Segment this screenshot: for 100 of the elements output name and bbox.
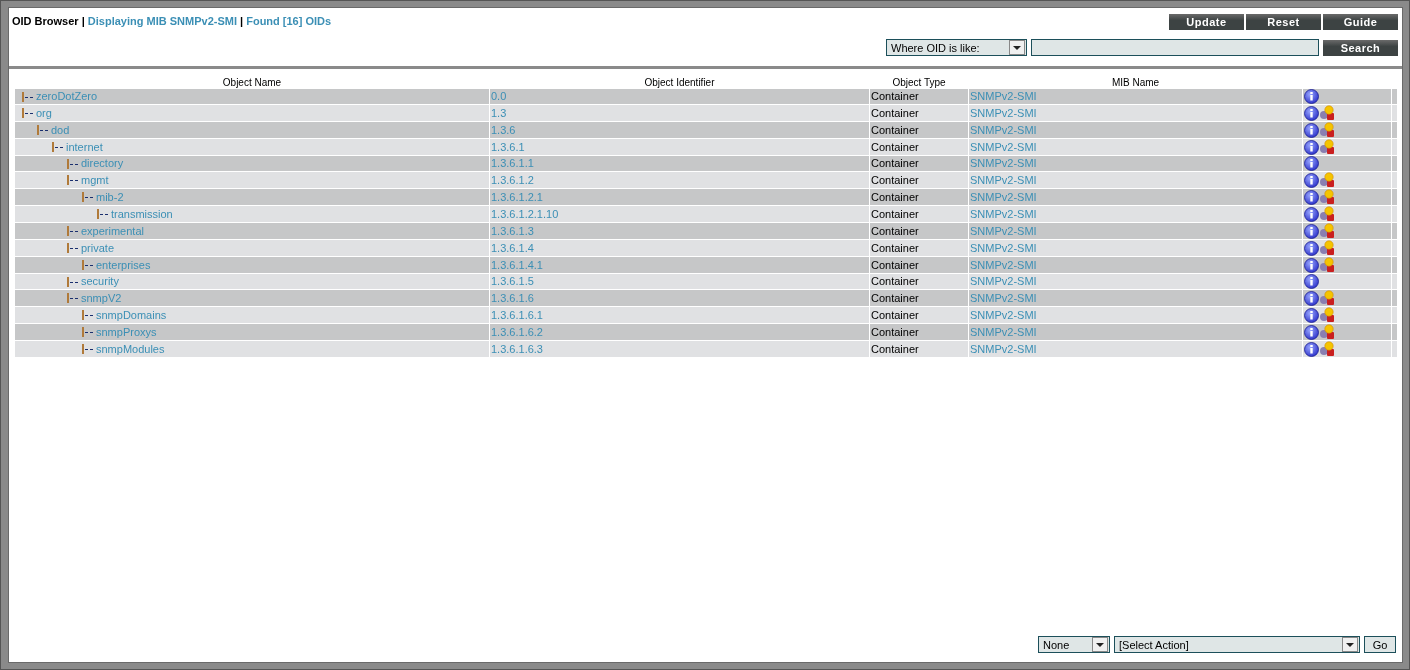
- info-icon[interactable]: [1304, 139, 1319, 155]
- mib-name-link[interactable]: SNMPv2-SMI: [970, 173, 1037, 186]
- objects-icon[interactable]: [1319, 189, 1335, 205]
- object-name-link[interactable]: dod: [51, 122, 70, 138]
- mib-name-link[interactable]: SNMPv2-SMI: [970, 325, 1037, 338]
- oid-link[interactable]: 1.3.6.1.3: [491, 224, 534, 237]
- info-icon[interactable]: [1304, 105, 1319, 121]
- mib-name-link[interactable]: SNMPv2-SMI: [970, 342, 1037, 355]
- object-name-link[interactable]: directory: [81, 156, 124, 171]
- object-name-link[interactable]: security: [81, 274, 119, 289]
- objects-icon[interactable]: [1319, 172, 1335, 188]
- oid-link[interactable]: 1.3.6.1.1: [491, 157, 534, 169]
- oid-link[interactable]: 1.3.6.1.6.1: [491, 308, 543, 321]
- toolbar-button[interactable]: Update: [1169, 14, 1244, 30]
- info-icon[interactable]: [1304, 89, 1319, 104]
- object-type: Container: [871, 207, 919, 220]
- oid-link[interactable]: 1.3.6.1.6.2: [491, 325, 543, 338]
- object-name-link[interactable]: zeroDotZero: [36, 89, 98, 104]
- column-header: Object Identifier: [644, 76, 715, 88]
- search-field[interactable]: [1031, 39, 1319, 56]
- search-button[interactable]: Search: [1323, 39, 1398, 56]
- mib-name-link[interactable]: SNMPv2-SMI: [970, 224, 1037, 237]
- object-name-link[interactable]: private: [81, 240, 115, 256]
- object-name-link[interactable]: transmission: [111, 206, 173, 222]
- oid-link[interactable]: 1.3.6: [491, 123, 516, 136]
- tree-branch-icon: [81, 260, 94, 270]
- dropdown-caret-icon[interactable]: [1009, 40, 1025, 55]
- objects-icon[interactable]: [1319, 206, 1335, 222]
- info-icon[interactable]: [1304, 274, 1319, 289]
- mib-name-link[interactable]: SNMPv2-SMI: [970, 123, 1037, 136]
- objects-icon[interactable]: [1319, 139, 1335, 155]
- info-icon[interactable]: [1304, 223, 1319, 239]
- oid-link[interactable]: 1.3.6.1.6.3: [491, 342, 543, 355]
- object-name-link[interactable]: snmpV2: [81, 290, 122, 306]
- mib-name-link[interactable]: SNMPv2-SMI: [970, 190, 1037, 203]
- dropdown-caret-icon[interactable]: [1342, 637, 1358, 652]
- oid-link[interactable]: 1.3.6.1.2.1.10: [491, 207, 559, 220]
- action-dropdown[interactable]: [Select Action]: [1114, 636, 1360, 653]
- object-name-link[interactable]: enterprises: [96, 257, 151, 273]
- oid-link[interactable]: 1.3.6.1: [491, 140, 525, 153]
- mib-name-link[interactable]: SNMPv2-SMI: [970, 207, 1037, 220]
- object-type: Container: [871, 258, 919, 271]
- info-icon[interactable]: [1304, 240, 1319, 256]
- objects-icon[interactable]: [1319, 341, 1335, 357]
- info-icon[interactable]: [1304, 122, 1319, 138]
- selection-dropdown[interactable]: None: [1038, 636, 1110, 653]
- oid-link[interactable]: 0.0: [491, 90, 507, 102]
- object-name-link[interactable]: snmpDomains: [96, 307, 167, 323]
- object-name-link[interactable]: mgmt: [81, 172, 109, 188]
- object-type: Container: [871, 140, 919, 153]
- objects-icon[interactable]: [1319, 105, 1335, 121]
- objects-icon[interactable]: [1319, 324, 1335, 340]
- toolbar-button[interactable]: Guide: [1323, 14, 1398, 30]
- info-icon[interactable]: [1304, 324, 1319, 340]
- dropdown-caret-icon[interactable]: [1092, 637, 1108, 652]
- info-icon[interactable]: [1304, 341, 1319, 357]
- tree-branch-icon: [51, 142, 64, 152]
- oid-link[interactable]: 1.3.6.1.6: [491, 291, 534, 304]
- mib-name-link[interactable]: SNMPv2-SMI: [970, 140, 1037, 153]
- object-name-link[interactable]: internet: [66, 139, 103, 155]
- mib-name-link[interactable]: SNMPv2-SMI: [970, 308, 1037, 321]
- info-icon[interactable]: [1304, 257, 1319, 273]
- info-icon[interactable]: [1304, 172, 1319, 188]
- info-icon[interactable]: [1304, 290, 1319, 306]
- oid-link[interactable]: 1.3.6.1.2.1: [491, 190, 543, 203]
- mib-name-link[interactable]: SNMPv2-SMI: [970, 291, 1037, 304]
- mib-name-link[interactable]: SNMPv2-SMI: [970, 90, 1037, 102]
- object-name-link[interactable]: mib-2: [96, 189, 124, 205]
- go-button[interactable]: Go: [1364, 636, 1396, 653]
- objects-icon[interactable]: [1319, 290, 1335, 306]
- mib-name-link[interactable]: SNMPv2-SMI: [970, 106, 1037, 119]
- object-name-link[interactable]: experimental: [81, 223, 144, 239]
- objects-icon[interactable]: [1319, 257, 1335, 273]
- mib-name-link[interactable]: SNMPv2-SMI: [970, 157, 1037, 169]
- info-icon[interactable]: [1304, 156, 1319, 171]
- object-type: Container: [871, 157, 919, 169]
- mib-link[interactable]: Displaying MIB SNMPv2-SMI: [87, 15, 237, 27]
- oid-link[interactable]: 1.3: [491, 106, 507, 119]
- oid-link[interactable]: 1.3.6.1.5: [491, 275, 534, 287]
- object-name-link[interactable]: snmpModules: [96, 341, 165, 357]
- objects-icon[interactable]: [1319, 307, 1335, 323]
- oid-link[interactable]: 1.3.6.1.4: [491, 241, 534, 254]
- mib-name-link[interactable]: SNMPv2-SMI: [970, 275, 1037, 287]
- object-type: Container: [871, 342, 919, 355]
- toolbar-button[interactable]: Reset: [1246, 14, 1321, 30]
- info-icon[interactable]: [1304, 206, 1319, 222]
- info-icon[interactable]: [1304, 189, 1319, 205]
- object-name-link[interactable]: org: [36, 105, 52, 121]
- objects-icon[interactable]: [1319, 223, 1335, 239]
- filter-dropdown[interactable]: Where OID is like:: [886, 39, 1027, 56]
- objects-icon[interactable]: [1319, 240, 1335, 256]
- mib-name-link[interactable]: SNMPv2-SMI: [970, 241, 1037, 254]
- found-link[interactable]: Found [16] OIDs: [246, 15, 332, 27]
- objects-icon[interactable]: [1319, 122, 1335, 138]
- tree-branch-icon: [66, 243, 79, 253]
- oid-link[interactable]: 1.3.6.1.4.1: [491, 258, 543, 271]
- mib-name-link[interactable]: SNMPv2-SMI: [970, 258, 1037, 271]
- oid-link[interactable]: 1.3.6.1.2: [491, 173, 534, 186]
- object-name-link[interactable]: snmpProxys: [96, 324, 157, 340]
- info-icon[interactable]: [1304, 307, 1319, 323]
